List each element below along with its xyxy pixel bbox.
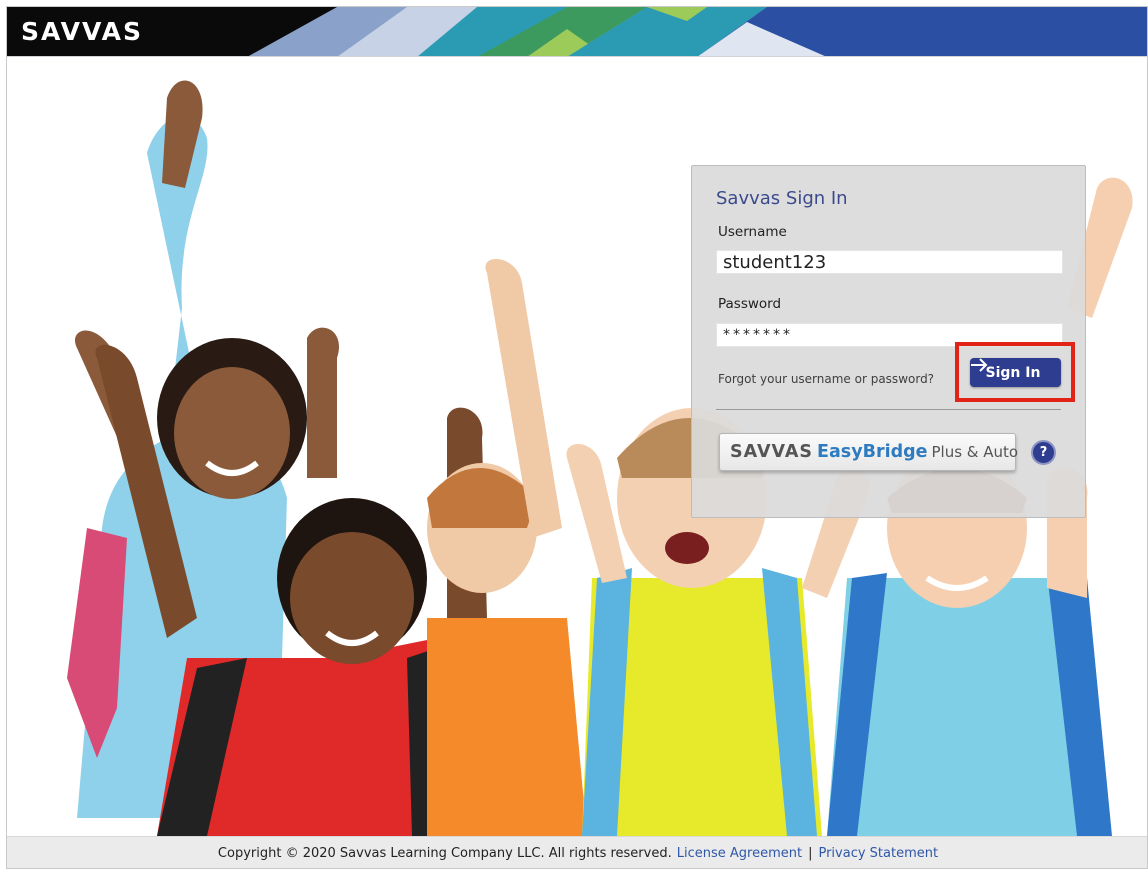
header-banner-graphic [248,7,1147,56]
license-agreement-link[interactable]: License Agreement [677,846,802,861]
page-footer: Copyright © 2020 Savvas Learning Company… [7,836,1147,868]
help-button[interactable]: ? [1031,440,1056,465]
sign-in-title: Savvas Sign In [716,188,848,209]
forgot-credentials-link[interactable]: Forgot your username or password? [718,372,934,386]
easybridge-suffix: Plus & Auto [931,443,1019,461]
password-label: Password [718,296,782,312]
username-input[interactable]: student123 [716,250,1063,274]
easybridge-brand: SAVVAS [730,442,814,462]
easybridge-product: EasyBridge [817,442,928,462]
sign-in-button[interactable]: Sign In [970,358,1061,387]
browser-page: SAVVAS Savvas Sign In Username student12… [6,6,1148,869]
easybridge-button[interactable]: SAVVAS EasyBridge Plus & Auto [719,433,1019,471]
sign-in-button-label: Sign In [985,364,1041,381]
username-label: Username [718,224,787,240]
privacy-statement-link[interactable]: Privacy Statement [818,846,938,861]
site-header: SAVVAS [7,7,1147,57]
savvas-logo[interactable]: SAVVAS [21,17,143,46]
panel-divider [716,409,1061,410]
hero-image: Savvas Sign In Username student123 Passw… [7,58,1147,836]
sign-in-panel: Savvas Sign In Username student123 Passw… [691,165,1086,518]
footer-separator: | [808,846,813,861]
copyright-text: Copyright © 2020 Savvas Learning Company… [217,846,672,861]
